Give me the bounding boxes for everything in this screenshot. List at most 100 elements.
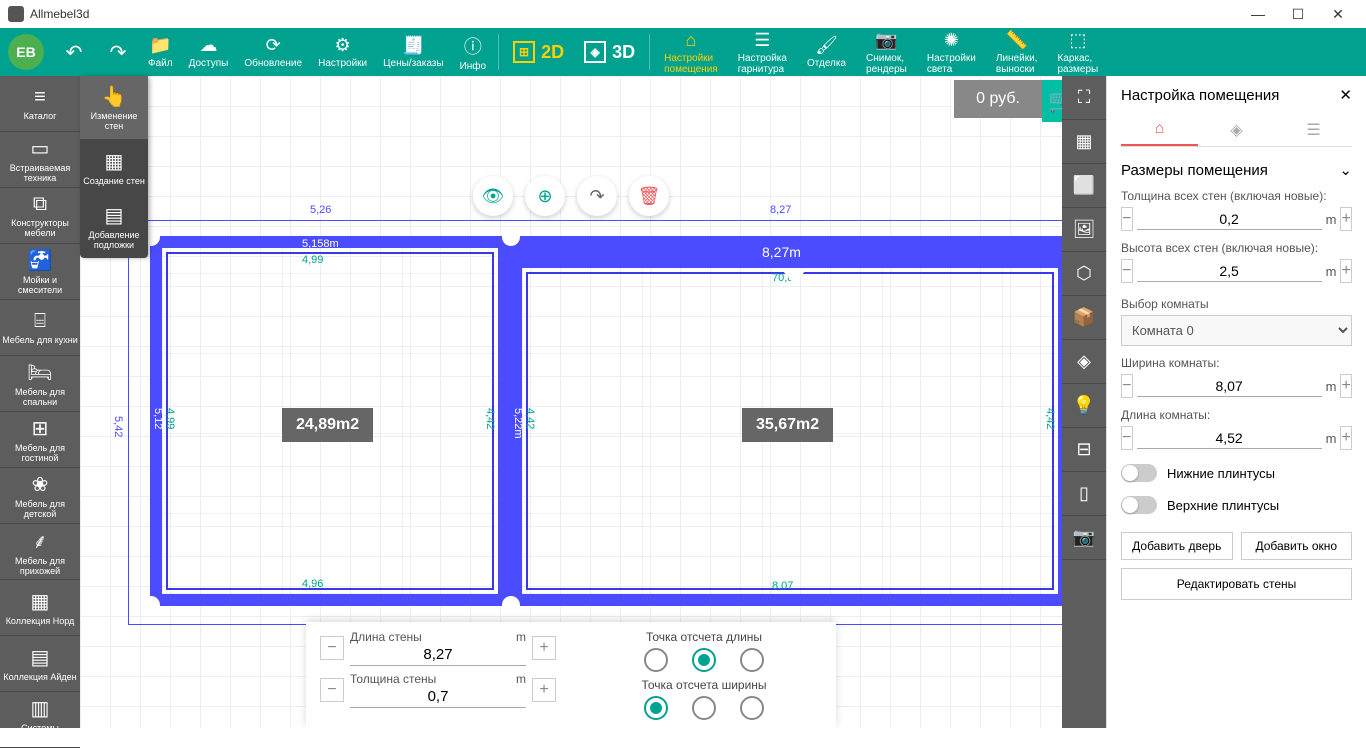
minimize-button[interactable]: — — [1238, 0, 1278, 28]
all-wall-thickness-input[interactable] — [1137, 209, 1322, 230]
hallway-item[interactable]: ⸙Мебель для прихожей — [0, 524, 80, 580]
node-bl[interactable] — [142, 596, 160, 614]
room-length-dec[interactable]: − — [1121, 426, 1133, 450]
prices-menu[interactable]: 🧾Цены/заказы — [375, 28, 451, 76]
cube-button[interactable]: ◈ — [1062, 340, 1106, 384]
visibility-button[interactable]: 👁 — [473, 176, 513, 216]
wall-icon: ▦ — [105, 149, 124, 174]
sinks-item[interactable]: 🚰Мойки и смесители — [0, 244, 80, 300]
all-wall-height-input[interactable] — [1137, 261, 1322, 282]
bedroom-item[interactable]: 🛏Мебель для спальни — [0, 356, 80, 412]
wall-thickness-input[interactable] — [350, 686, 526, 708]
room-select[interactable]: Комната 0 — [1121, 315, 1352, 346]
living-item[interactable]: ⊞Мебель для гостиной — [0, 412, 80, 468]
upper-skirting-toggle[interactable] — [1121, 496, 1157, 514]
floorplan[interactable]: 5,26 8,27 9,26 5,42 5,32 24,89m2 5,158m … — [110, 236, 1050, 616]
origin-length-right[interactable] — [740, 648, 764, 672]
wall-thickness-decrement[interactable]: − — [320, 678, 344, 702]
finishing-button[interactable]: 🖌Отделка — [797, 28, 856, 76]
access-menu[interactable]: ☁Доступы — [181, 28, 237, 76]
room-1[interactable]: 24,89m2 5,158m 4,99 4,96 5,158m 4,99 5,1… — [150, 236, 510, 606]
info-menu[interactable]: ⓘИнфо — [452, 28, 495, 76]
file-menu[interactable]: 📁Файл — [140, 28, 181, 76]
divider — [498, 34, 499, 70]
wall-length-decrement[interactable]: − — [320, 636, 344, 660]
close-button[interactable]: ✕ — [1318, 0, 1358, 28]
camera2-button[interactable]: 📷 — [1062, 516, 1106, 560]
node-bm[interactable] — [502, 596, 520, 614]
edit-walls-tool[interactable]: 👆Изменение стен — [80, 76, 148, 139]
catalog-item[interactable]: ≡Каталог — [0, 76, 80, 132]
fit-button[interactable]: ⬜ — [1062, 164, 1106, 208]
origin-length-center[interactable] — [692, 648, 716, 672]
room-length-row: − m + — [1121, 426, 1352, 450]
tab-layers[interactable]: ◈ — [1198, 114, 1275, 146]
constructors-item[interactable]: ⧉Конструкторы мебели — [0, 188, 80, 244]
canvas-area[interactable]: 0 руб. 🛒 👁 ⊕ ↷ 🗑 5,26 8,27 9,26 5,42 5,3… — [80, 76, 1062, 728]
door-button[interactable]: ▯ — [1062, 472, 1106, 516]
kitchen-item[interactable]: ⌸Мебель для кухни — [0, 300, 80, 356]
wall-params-panel: − Длина стеныm + − Толщина стеныm + — [306, 622, 836, 728]
room-width-input[interactable] — [1137, 376, 1322, 397]
origin-width-right[interactable] — [740, 696, 764, 720]
grid-button[interactable]: ▦ — [1062, 120, 1106, 164]
package-button[interactable]: 📦 — [1062, 296, 1106, 340]
align-button[interactable]: ⊟ — [1062, 428, 1106, 472]
add-window-button[interactable]: Добавить окно — [1241, 532, 1353, 560]
fullscreen-button[interactable]: ⛶ — [1062, 76, 1106, 120]
settings-menu[interactable]: ⚙Настройки — [310, 28, 375, 76]
all-wall-thickness-dec[interactable]: − — [1121, 207, 1133, 231]
create-walls-tool[interactable]: ▦Создание стен — [80, 139, 148, 195]
cube-3d-icon: ◈ — [584, 41, 606, 63]
delete-button[interactable]: 🗑 — [629, 176, 669, 216]
origin-width-left[interactable] — [644, 696, 668, 720]
edit-walls-button[interactable]: Редактировать стены — [1121, 568, 1352, 600]
tab-list[interactable]: ☰ — [1275, 114, 1352, 146]
all-wall-height-dec[interactable]: − — [1121, 259, 1133, 283]
wall-thickness-increment[interactable]: + — [532, 678, 556, 702]
node-tm[interactable] — [502, 228, 520, 246]
wall-handle-icon[interactable] — [782, 270, 806, 284]
origin-width-center[interactable] — [692, 696, 716, 720]
layers-button[interactable]: ⬡ — [1062, 252, 1106, 296]
frame-button[interactable]: ⬚Каркас,размеры — [1047, 28, 1108, 76]
snapshot-button[interactable]: 📷Снимок,рендеры — [856, 28, 917, 76]
room-2[interactable]: 35,67m2 8,27m 70,8 8,07 8,27m 5,22m 4,42… — [510, 236, 1062, 606]
update-menu[interactable]: ⟳Обновление — [236, 28, 310, 76]
undo-button[interactable]: ↶ — [52, 28, 96, 76]
appliances-item[interactable]: ▭Встраиваемая техника — [0, 132, 80, 188]
storage-item[interactable]: ▥Системы хранения — [0, 692, 80, 748]
all-wall-height-inc[interactable]: + — [1340, 259, 1352, 283]
nord-item[interactable]: ▦Коллекция Норд — [0, 580, 80, 636]
bulb-button[interactable]: 💡 — [1062, 384, 1106, 428]
room-width-dec[interactable]: − — [1121, 374, 1133, 398]
redo-button[interactable]: ↷ — [96, 28, 140, 76]
aiden-item[interactable]: ▤Коллекция Айден — [0, 636, 80, 692]
maximize-button[interactable]: ☐ — [1278, 0, 1318, 28]
user-badge[interactable]: EB — [8, 34, 44, 70]
panel-close-icon[interactable]: ✕ — [1339, 86, 1352, 104]
lower-skirting-toggle[interactable] — [1121, 464, 1157, 482]
rulers-button[interactable]: 📏Линейки,выноски — [986, 28, 1048, 76]
view-2d-button[interactable]: ⊞2D — [503, 41, 574, 63]
add-door-button[interactable]: Добавить дверь — [1121, 532, 1233, 560]
tab-room[interactable]: ⌂ — [1121, 114, 1198, 146]
view-3d-button[interactable]: ◈3D — [574, 41, 645, 63]
room-sizes-section[interactable]: Размеры помещения⌄ — [1121, 161, 1352, 179]
room-width-inc[interactable]: + — [1340, 374, 1352, 398]
room-length-inc[interactable]: + — [1340, 426, 1352, 450]
image-button[interactable]: 🖼 — [1062, 208, 1106, 252]
light-settings-button[interactable]: ✺Настройкисвета — [917, 28, 986, 76]
redo-float-button[interactable]: ↷ — [577, 176, 617, 216]
kids-item[interactable]: ❀Мебель для детской — [0, 468, 80, 524]
furniture-settings-button[interactable]: ☰Настройкагарнитура — [728, 28, 797, 76]
cart-icon[interactable]: 🛒 — [1042, 80, 1062, 122]
origin-length-left[interactable] — [644, 648, 668, 672]
wall-length-increment[interactable]: + — [532, 636, 556, 660]
room-settings-button[interactable]: ⌂Настройкипомещения — [654, 28, 728, 76]
add-circle-button[interactable]: ⊕ — [525, 176, 565, 216]
all-wall-thickness-inc[interactable]: + — [1340, 207, 1352, 231]
room-length-input[interactable] — [1137, 428, 1322, 449]
wall-length-input[interactable] — [350, 644, 526, 666]
add-underlay-tool[interactable]: ▤Добавление подложки — [80, 195, 148, 258]
